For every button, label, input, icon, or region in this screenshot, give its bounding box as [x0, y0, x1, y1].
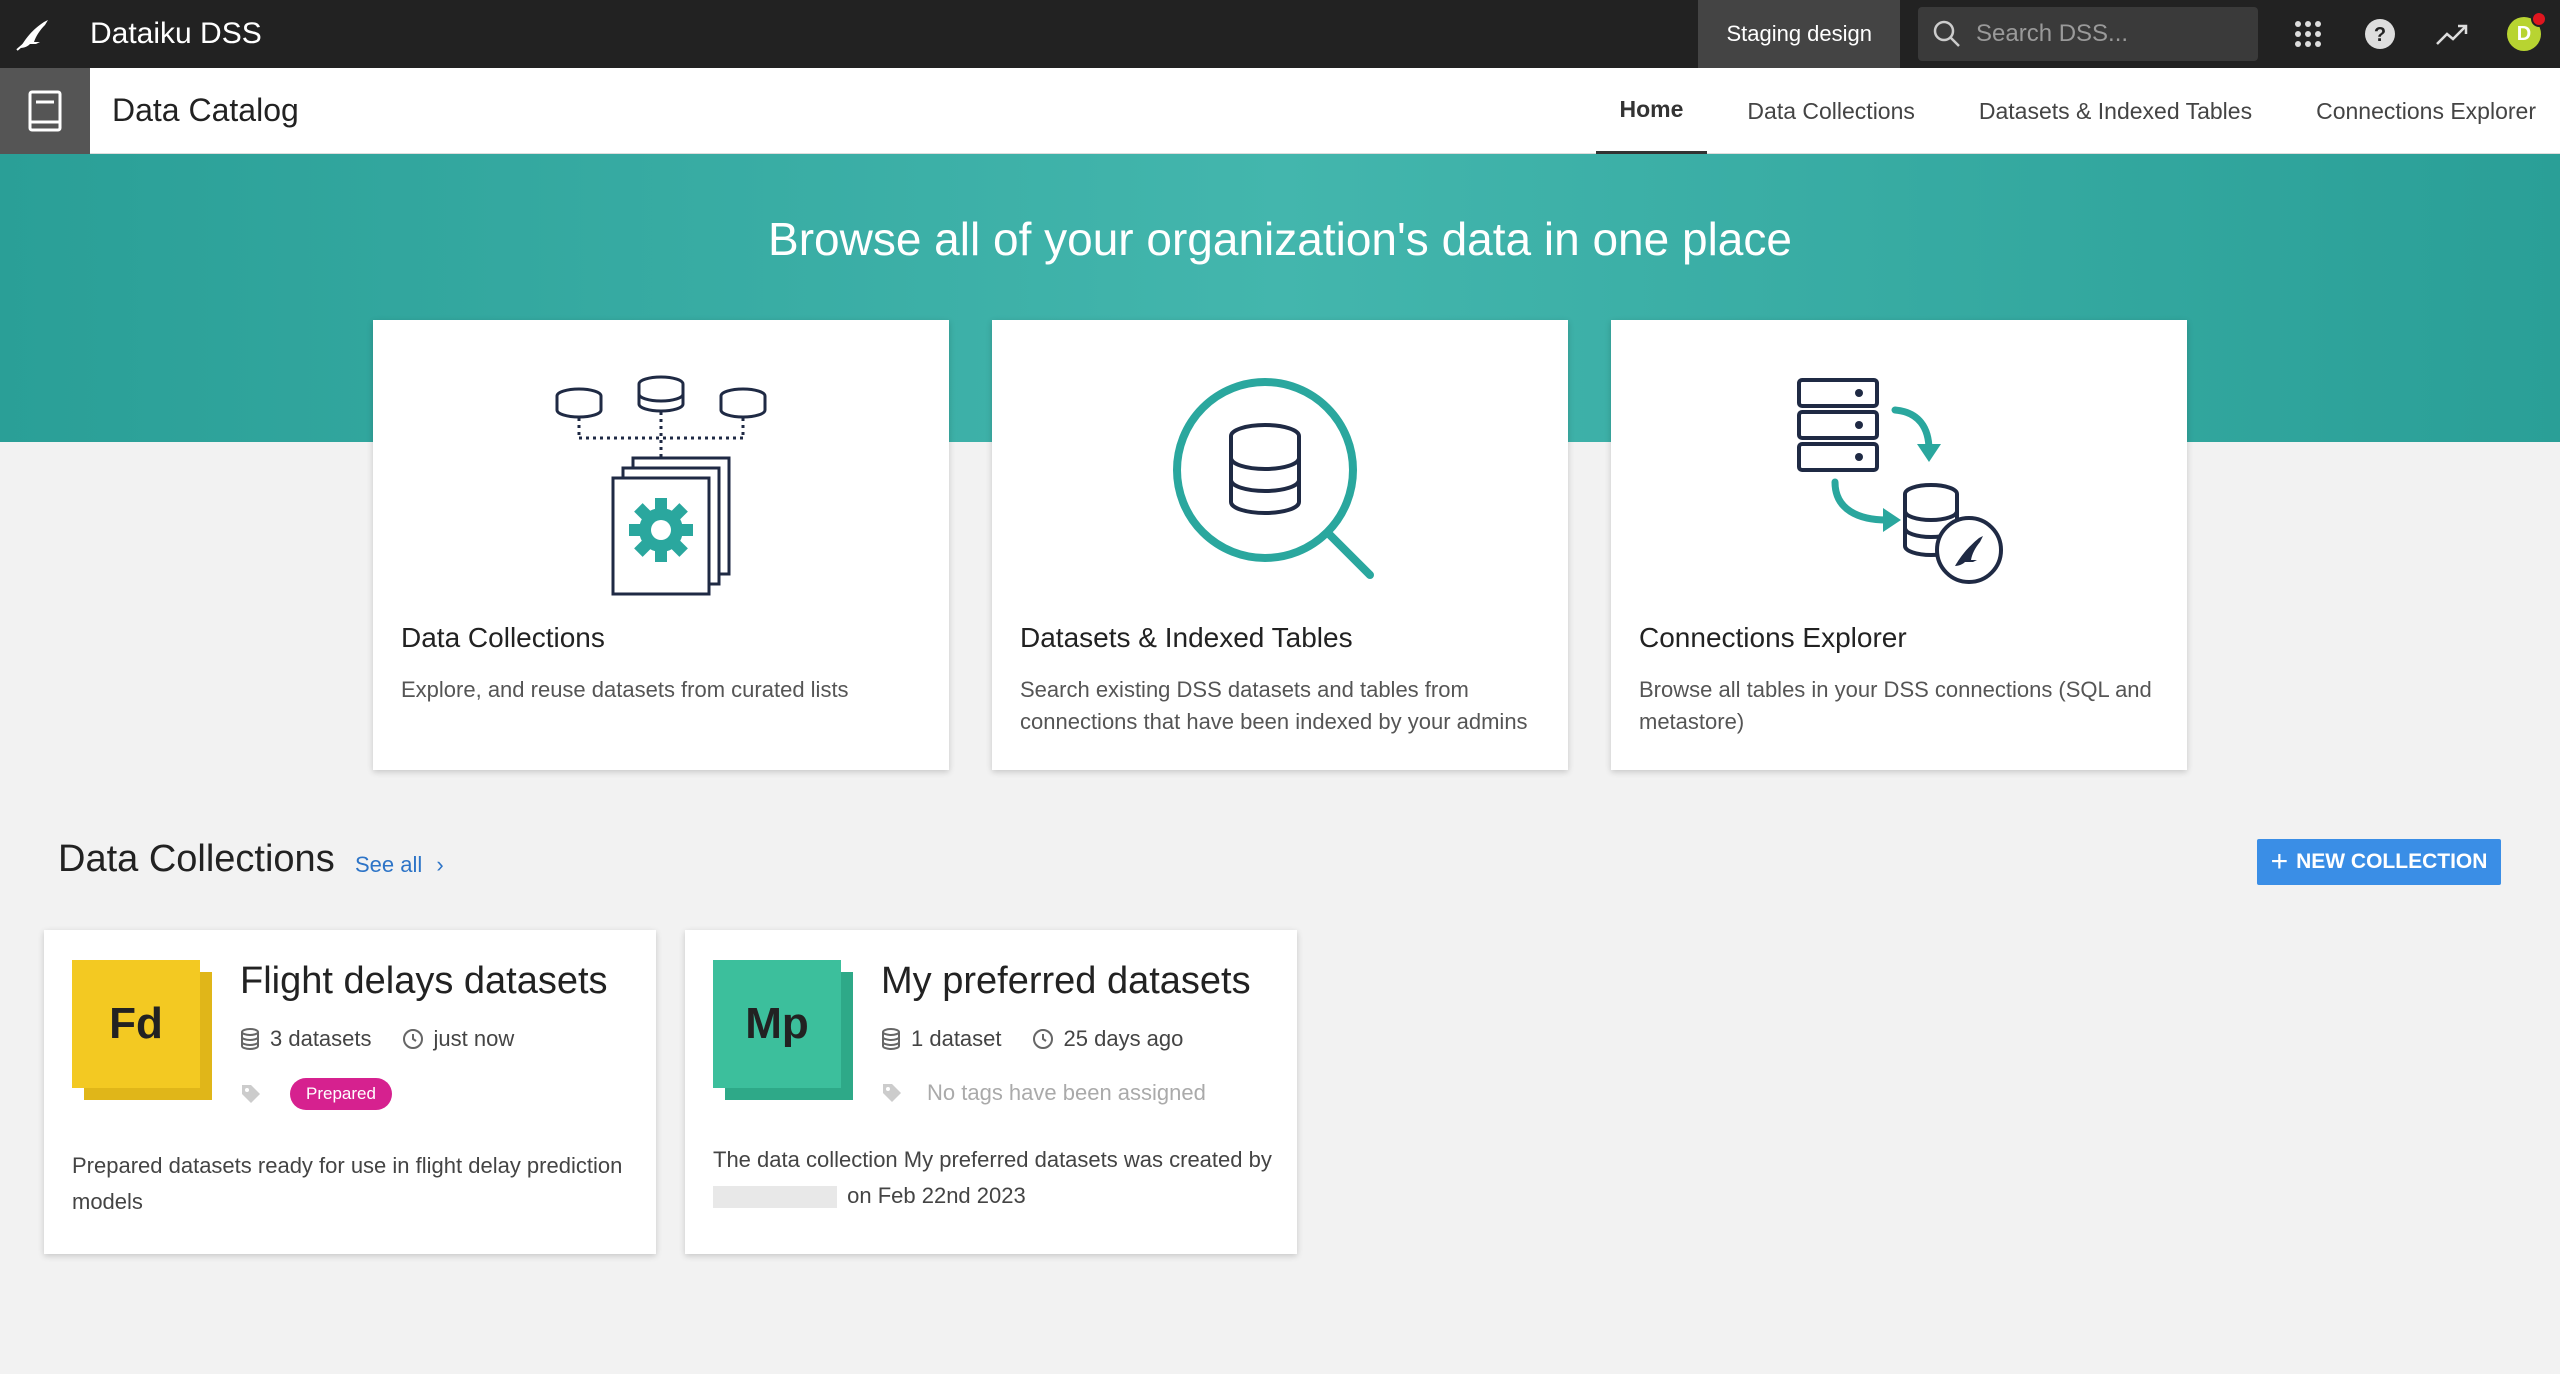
database-icon — [241, 1028, 259, 1050]
catalog-header: Data Catalog Home Data Collections Datas… — [0, 67, 2560, 154]
description-line-1: The data collection My preferred dataset… — [713, 1147, 1272, 1172]
feature-card-description: Explore, and reuse datasets from curated… — [401, 677, 849, 702]
feature-card-description: Search existing DSS datasets and tables … — [1020, 677, 1528, 734]
catalog-tabs: Home Data Collections Datasets & Indexed… — [1580, 68, 2560, 154]
avatar-letter: D — [2516, 22, 2532, 45]
new-collection-label: NEW COLLECTION — [2296, 850, 2488, 873]
dataiku-logo-icon[interactable] — [0, 0, 68, 68]
dataset-count: 1 dataset — [911, 1026, 1002, 1051]
apps-grid-icon[interactable] — [2272, 0, 2344, 68]
collection-title[interactable]: My preferred datasets — [881, 960, 1251, 1003]
collection-meta: 3 datasets just now — [240, 1026, 544, 1052]
tag-icon — [883, 1084, 901, 1102]
plus-icon: + — [2270, 845, 2289, 878]
feature-card-title: Datasets & Indexed Tables — [1020, 622, 1353, 653]
search-icon — [1933, 20, 1960, 47]
last-modified: just now — [433, 1026, 515, 1051]
feature-card-title: Connections Explorer — [1639, 622, 1907, 653]
catalog-book-icon — [0, 67, 90, 154]
data-collections-illustration-icon — [373, 370, 949, 620]
connections-illustration-icon — [1611, 370, 2187, 620]
app-title[interactable]: Dataiku DSS — [90, 17, 262, 51]
top-bar-right: Staging design Search DSS... ? D — [1698, 0, 2560, 68]
avatar: D — [2507, 11, 2547, 51]
see-all-label: See all — [355, 852, 423, 877]
collection-card[interactable]: Fd Flight delays datasets 3 datasets jus… — [44, 930, 656, 1254]
tag-icon — [242, 1085, 260, 1103]
tag-pill[interactable]: Prepared — [290, 1078, 392, 1110]
see-all-link[interactable]: See all › — [355, 852, 444, 878]
database-icon — [882, 1028, 900, 1050]
collection-description: Prepared datasets ready for use in fligh… — [72, 1153, 623, 1214]
no-tags-text: No tags have been assigned — [927, 1080, 1206, 1105]
collection-tags: No tags have been assigned — [881, 1080, 1206, 1106]
tab-datasets-indexed-tables[interactable]: Datasets & Indexed Tables — [1955, 68, 2276, 154]
global-search-input[interactable]: Search DSS... — [1918, 7, 2258, 61]
collection-tags: Prepared — [240, 1078, 392, 1110]
collection-thumbnail: Mp — [713, 960, 853, 1100]
dataset-search-illustration-icon — [992, 370, 1568, 620]
top-bar: Dataiku DSS Staging design Search DSS...… — [0, 0, 2560, 68]
feature-card-connections-explorer[interactable]: Connections Explorer Browse all tables i… — [1611, 320, 2187, 770]
search-placeholder: Search DSS... — [1976, 20, 2129, 47]
hero-title: Browse all of your organization's data i… — [768, 213, 1792, 265]
redacted-user — [713, 1186, 837, 1209]
instance-label: Staging design — [1698, 0, 1900, 68]
chevron-right-icon: › — [436, 852, 444, 877]
dataset-count: 3 datasets — [270, 1026, 372, 1051]
collection-card[interactable]: Mp My preferred datasets 1 dataset 25 da… — [685, 930, 1297, 1254]
tab-data-collections[interactable]: Data Collections — [1723, 68, 1938, 154]
notification-dot — [2531, 11, 2547, 27]
clock-icon — [402, 1029, 423, 1049]
section-title: Data Collections — [58, 838, 335, 880]
tab-connections-explorer[interactable]: Connections Explorer — [2292, 68, 2560, 154]
last-modified: 25 days ago — [1063, 1026, 1184, 1051]
user-avatar[interactable]: D — [2488, 0, 2560, 68]
tab-home[interactable]: Home — [1595, 68, 1708, 154]
clock-icon — [1032, 1029, 1053, 1049]
new-collection-button[interactable]: + NEW COLLECTION — [2257, 839, 2501, 885]
feature-card-title: Data Collections — [401, 622, 605, 653]
help-icon[interactable]: ? — [2344, 0, 2416, 68]
collection-description: The data collection My preferred dataset… — [713, 1142, 1273, 1214]
feature-card-data-collections[interactable]: Data Collections Explore, and reuse data… — [373, 320, 949, 770]
collection-thumbnail: Fd — [72, 960, 212, 1100]
trending-icon[interactable] — [2416, 0, 2488, 68]
feature-card-datasets-indexed-tables[interactable]: Datasets & Indexed Tables Search existin… — [992, 320, 1568, 770]
page-title: Data Catalog — [112, 92, 299, 128]
collection-initials: Mp — [713, 960, 841, 1088]
feature-card-description: Browse all tables in your DSS connection… — [1639, 677, 2152, 734]
description-line-2: on Feb 22nd 2023 — [847, 1183, 1026, 1208]
collection-meta: 1 dataset 25 days ago — [881, 1026, 1213, 1052]
collection-initials: Fd — [72, 960, 200, 1088]
collection-title[interactable]: Flight delays datasets — [240, 960, 608, 1003]
svg-text:?: ? — [2374, 24, 2386, 46]
